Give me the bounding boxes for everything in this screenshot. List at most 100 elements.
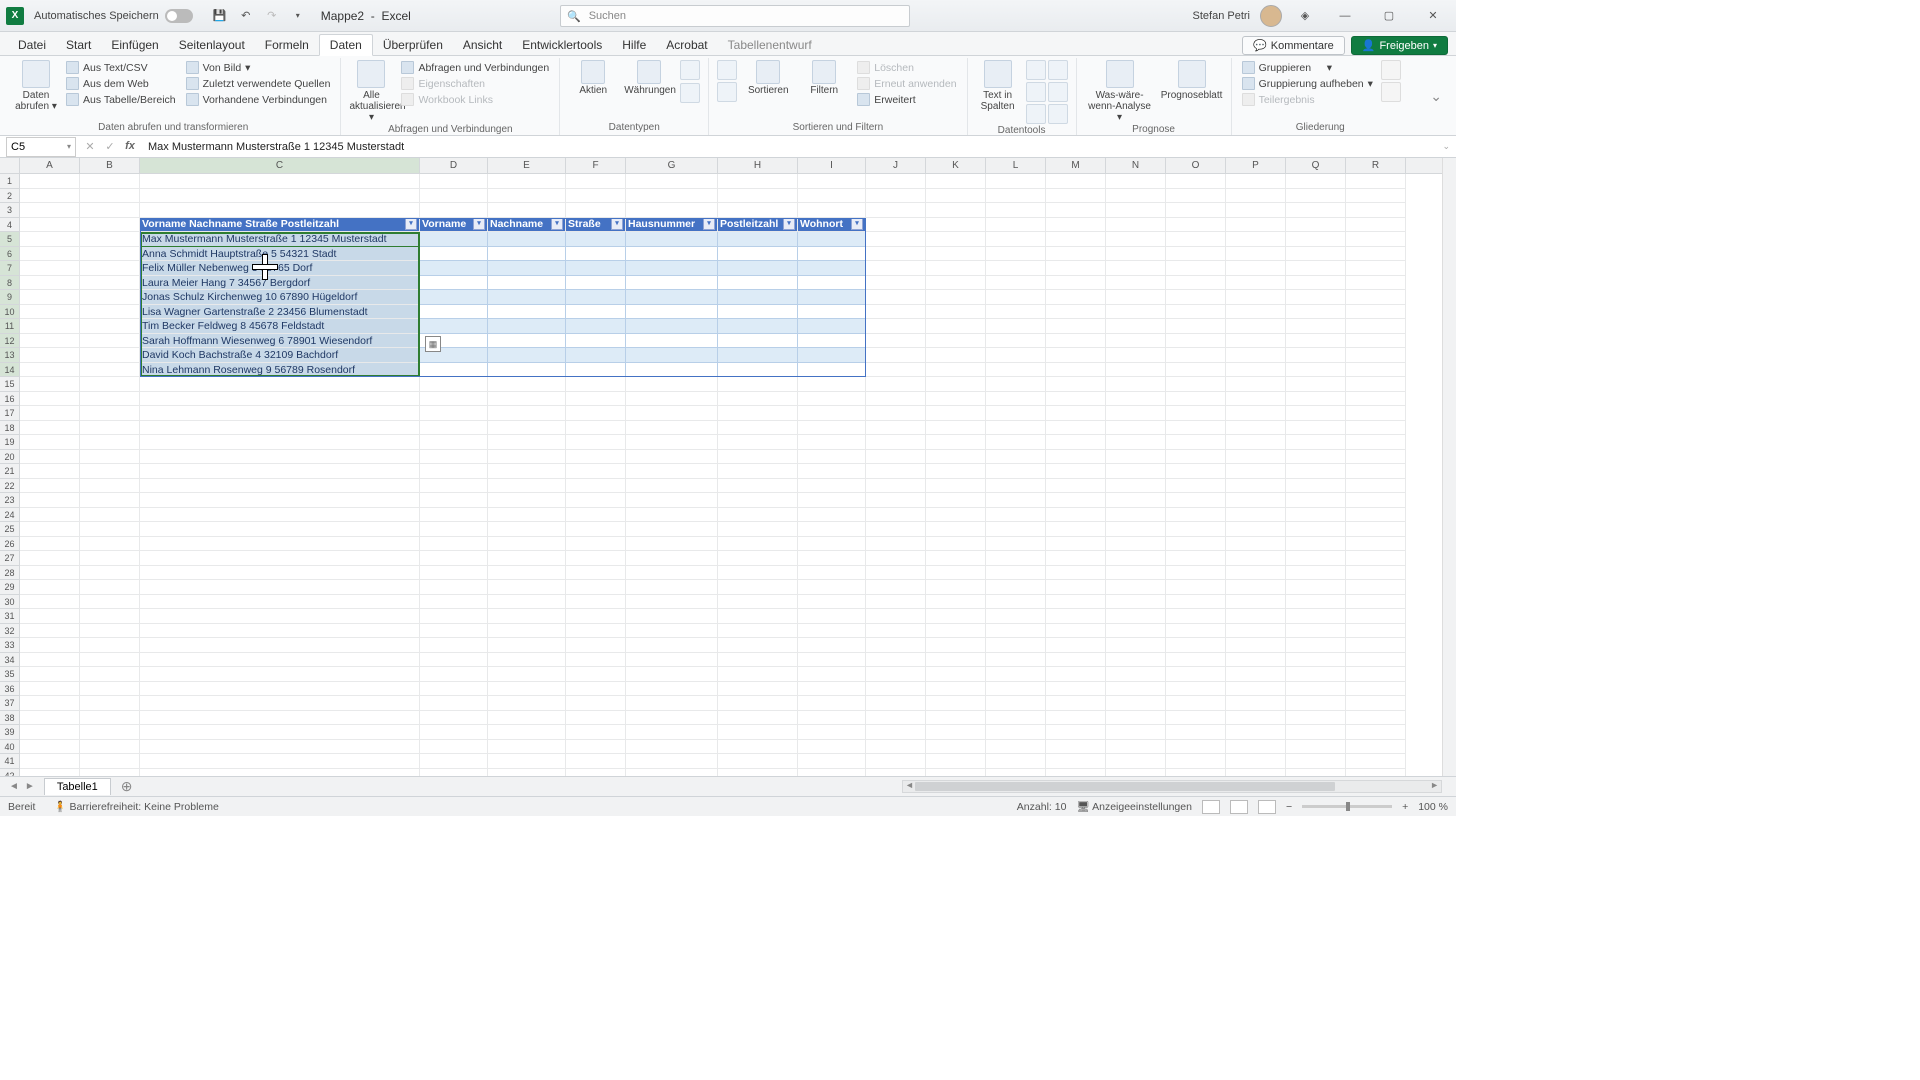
row-headers[interactable]: 1234567891011121314151617181920212223242…: [0, 174, 20, 776]
existing-connections[interactable]: Vorhandene Verbindungen: [184, 92, 333, 107]
zoom-slider[interactable]: [1302, 805, 1392, 808]
name-box[interactable]: C5▾: [6, 137, 76, 157]
consolidate[interactable]: [1048, 82, 1068, 102]
tab-daten[interactable]: Daten: [319, 34, 373, 56]
sort-za-icon[interactable]: [717, 82, 737, 102]
redo-icon[interactable]: ↷: [261, 5, 283, 27]
next-sheet-icon[interactable]: ►: [25, 781, 35, 792]
relations[interactable]: [1026, 104, 1046, 124]
forecast-button[interactable]: Prognoseblatt: [1161, 60, 1223, 101]
vertical-scrollbar[interactable]: [1442, 158, 1456, 776]
cancel-formula-icon[interactable]: ✕: [82, 140, 98, 153]
subtotal-button: Teilergebnis: [1240, 92, 1375, 107]
smart-tag-icon[interactable]: ▦: [425, 336, 441, 352]
view-pagebreak-icon[interactable]: [1258, 800, 1276, 814]
from-image[interactable]: Von Bild ▾: [184, 60, 333, 75]
group-label: Prognose: [1085, 123, 1223, 137]
from-text-csv[interactable]: Aus Text/CSV: [64, 60, 178, 75]
refresh-all-button[interactable]: Alle aktualisieren ▾: [349, 60, 393, 123]
from-table[interactable]: Aus Tabelle/Bereich: [64, 92, 178, 107]
group-label: Abfragen und Verbindungen: [349, 123, 551, 137]
remove-dup[interactable]: [1048, 60, 1068, 80]
currency-icon: [637, 60, 661, 84]
select-all-corner[interactable]: [0, 158, 20, 174]
sheet-tab[interactable]: Tabelle1: [44, 778, 111, 795]
tab-datei[interactable]: Datei: [8, 35, 56, 55]
restore-button[interactable]: ▢: [1372, 4, 1406, 28]
tab-seitenlayout[interactable]: Seitenlayout: [169, 35, 255, 55]
fx-icon[interactable]: fx: [122, 140, 138, 153]
tab-tabellenentwurf[interactable]: Tabellenentwurf: [718, 35, 822, 55]
tab-start[interactable]: Start: [56, 35, 101, 55]
status-ready: Bereit: [8, 801, 35, 813]
data-model[interactable]: [1048, 104, 1068, 124]
undo-icon[interactable]: ↶: [235, 5, 257, 27]
qat-dropdown-icon[interactable]: ▾: [287, 5, 309, 27]
column-headers[interactable]: ABCDEFGHIJKLMNOPQR: [20, 158, 1442, 174]
currencies-button[interactable]: Währungen: [624, 60, 674, 96]
share-button[interactable]: 👤Freigeben▾: [1351, 36, 1448, 55]
advanced-filter[interactable]: Erweitert: [855, 92, 958, 107]
group-button[interactable]: Gruppieren ▾: [1240, 60, 1375, 75]
show-detail[interactable]: [1381, 60, 1401, 80]
group-label: Sortieren und Filtern: [717, 121, 958, 135]
display-settings[interactable]: 🖥 Anzeigeeinstellungen: [1076, 800, 1192, 813]
from-web[interactable]: Aus dem Web: [64, 76, 178, 91]
stocks-button[interactable]: Aktien: [568, 60, 618, 96]
diamond-icon[interactable]: ◈: [1294, 5, 1316, 27]
search-icon: 🔍: [567, 10, 581, 23]
close-button[interactable]: ✕: [1416, 4, 1450, 28]
tab-ueberpruefen[interactable]: Überprüfen: [373, 35, 453, 55]
whatif-icon: [1106, 60, 1134, 88]
ungroup-button[interactable]: Gruppierung aufheben ▾: [1240, 76, 1375, 91]
collapse-ribbon-icon[interactable]: ⌄: [1422, 84, 1450, 109]
whatif-button[interactable]: Was-wäre-wenn-Analyse ▾: [1085, 60, 1155, 123]
tab-acrobat[interactable]: Acrobat: [656, 35, 717, 55]
recent-sources[interactable]: Zuletzt verwendete Quellen: [184, 76, 333, 91]
minimize-button[interactable]: —: [1328, 4, 1362, 28]
text-to-columns-button[interactable]: Text in Spalten: [976, 60, 1020, 112]
zoom-level[interactable]: 100 %: [1418, 801, 1448, 813]
hide-detail[interactable]: [1381, 82, 1401, 102]
autosave-label: Automatisches Speichern: [34, 10, 159, 22]
grid[interactable]: Vorname Nachname Straße Postleitzahl▾Vor…: [20, 174, 1442, 776]
search-input[interactable]: 🔍 Suchen: [560, 5, 910, 27]
autosave-toggle[interactable]: [165, 9, 193, 23]
group-label: Daten abrufen und transformieren: [14, 121, 332, 135]
add-sheet-icon[interactable]: ⊕: [121, 778, 133, 795]
count-aggregate: Anzahl: 10: [1017, 801, 1067, 813]
sort-az-icon[interactable]: [717, 60, 737, 80]
user-name[interactable]: Stefan Petri: [1193, 10, 1250, 22]
tab-formeln[interactable]: Formeln: [255, 35, 319, 55]
view-normal-icon[interactable]: [1202, 800, 1220, 814]
save-icon[interactable]: 💾: [209, 5, 231, 27]
workbook-links: Workbook Links: [399, 92, 551, 107]
data-valid[interactable]: [1026, 82, 1046, 102]
reapply-filter: Erneut anwenden: [855, 76, 958, 91]
zoom-out-icon[interactable]: −: [1286, 801, 1292, 813]
datatype-down[interactable]: [680, 83, 700, 103]
tab-einfuegen[interactable]: Einfügen: [101, 35, 168, 55]
accessibility-status[interactable]: 🧍 Barrierefreiheit: Keine Probleme: [53, 800, 218, 813]
sort-button[interactable]: Sortieren: [743, 60, 793, 96]
horizontal-scrollbar[interactable]: ◄ ►: [902, 780, 1442, 793]
spreadsheet[interactable]: ABCDEFGHIJKLMNOPQR 123456789101112131415…: [0, 158, 1456, 776]
avatar[interactable]: [1260, 5, 1282, 27]
filter-button[interactable]: Filtern: [799, 60, 849, 96]
zoom-in-icon[interactable]: +: [1402, 801, 1408, 813]
excel-icon: X: [6, 7, 24, 25]
flash-fill[interactable]: [1026, 60, 1046, 80]
accept-formula-icon[interactable]: ✓: [102, 140, 118, 153]
datatype-up[interactable]: [680, 60, 700, 80]
tab-ansicht[interactable]: Ansicht: [453, 35, 512, 55]
get-data-button[interactable]: Daten abrufen ▾: [14, 60, 58, 112]
prev-sheet-icon[interactable]: ◄: [9, 781, 19, 792]
tab-entwicklertools[interactable]: Entwicklertools: [512, 35, 612, 55]
comments-button[interactable]: 💬Kommentare: [1242, 36, 1345, 55]
expand-formula-icon[interactable]: ⌄: [1436, 141, 1456, 152]
formula-input[interactable]: Max Mustermann Musterstraße 1 12345 Must…: [144, 141, 1436, 153]
tab-hilfe[interactable]: Hilfe: [612, 35, 656, 55]
queries-connections[interactable]: Abfragen und Verbindungen: [399, 60, 551, 75]
clear-filter: Löschen: [855, 60, 958, 75]
view-pagelayout-icon[interactable]: [1230, 800, 1248, 814]
